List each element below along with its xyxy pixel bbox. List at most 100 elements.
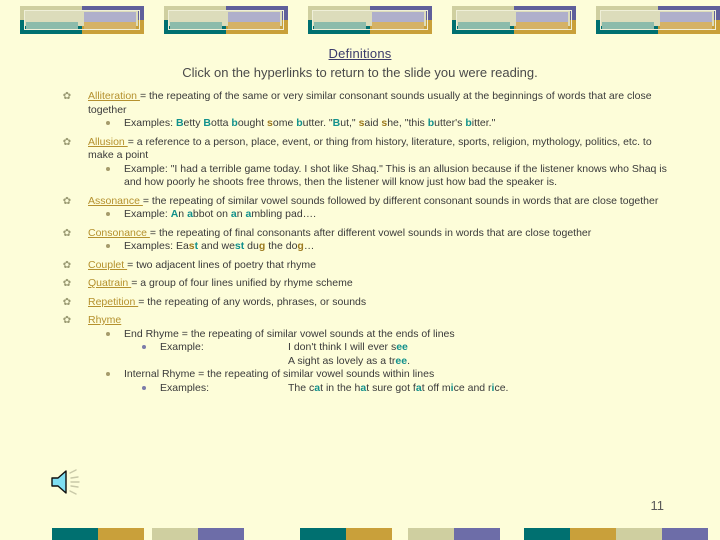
example-text: "I had a terrible game today. I shot lik… — [124, 162, 667, 189]
example-text: n — [178, 208, 188, 220]
rhyme-subtype-definition: End Rhyme = the repeating of similar vow… — [124, 327, 455, 340]
rhyme-subtype: Internal Rhyme = the repeating of simila… — [88, 368, 676, 395]
definition-entry: Quatrain = a group of four lines unified… — [0, 277, 720, 291]
page-number: 11 — [650, 498, 665, 513]
deco-olive-block — [616, 528, 662, 540]
highlight-teal: ee — [396, 341, 408, 353]
highlight-teal: B — [203, 117, 211, 129]
page-title: Definitions — [328, 46, 392, 61]
bullet-dot-icon — [106, 212, 110, 216]
term-hyperlink[interactable]: Allusion — [88, 136, 128, 148]
term-hyperlink[interactable]: Rhyme — [88, 314, 121, 326]
definition-entry: Alliteration = the repeating of the same… — [0, 90, 720, 131]
example-text: I don't think I will ever s — [288, 341, 397, 353]
deco-unit — [0, 0, 144, 36]
deco-unit — [288, 0, 432, 36]
deco-unit — [144, 0, 288, 36]
term-hyperlink[interactable]: Quatrain — [88, 277, 131, 289]
bullet-diamond-icon — [62, 196, 72, 207]
example-lines: The cat in the hat sure got fat off mice… — [288, 382, 508, 396]
example-text: t in the h — [320, 381, 361, 394]
example-label: Example: — [124, 208, 168, 220]
term-hyperlink[interactable]: Consonance — [88, 227, 150, 239]
example-text: bbot on — [192, 208, 231, 220]
example-text: aid — [364, 117, 382, 129]
example-text: . — [407, 354, 410, 367]
example-row: Examples: East and west dug the dog… — [88, 240, 676, 254]
deco-gold-block — [98, 528, 144, 540]
example-text: ce. — [494, 381, 509, 394]
example-text: utter. " — [302, 117, 333, 129]
term-definition: = two adjacent lines of poetry that rhym… — [127, 258, 316, 271]
deco-unit — [144, 528, 288, 540]
bullet-diamond-icon — [62, 260, 72, 271]
example-label: Examples: — [124, 240, 174, 252]
deco-unit — [408, 528, 616, 540]
example-row: Example: "I had a terrible game today. I… — [88, 163, 676, 190]
deco-teal-block — [524, 528, 570, 540]
example-text: ought — [237, 117, 268, 129]
example-row: Examples: Betty Botta bought some butter… — [88, 117, 676, 131]
deco-unit — [576, 0, 720, 36]
rhyme-subtype: End Rhyme = the repeating of similar vow… — [88, 328, 676, 369]
example-line: A sight as lovely as a tree. — [288, 355, 410, 369]
highlight-teal: B — [175, 117, 184, 129]
term-definition: = the repeating of any words, phrases, o… — [138, 295, 367, 308]
example-text: t off m — [421, 381, 451, 394]
definition-entry: Repetition = the repeating of any words,… — [0, 296, 720, 310]
term-hyperlink[interactable]: Assonance — [88, 195, 143, 207]
example-text: the do — [265, 240, 298, 252]
bullet-dot-icon — [142, 345, 146, 349]
example-text: etty — [183, 117, 204, 129]
example-text: otta — [210, 117, 232, 129]
bullet-dot-icon — [142, 385, 146, 390]
slide-header: Definitions Click on the hyperlinks to r… — [0, 46, 720, 80]
example-label: Examples: — [160, 381, 210, 394]
bullet-diamond-icon — [62, 91, 72, 102]
example-line: The cat in the hat sure got fat off mice… — [288, 382, 508, 396]
term-definition: = the repeating of final consonants afte… — [149, 226, 592, 239]
term-hyperlink[interactable]: Couplet — [88, 259, 127, 271]
example-label: Example: — [124, 162, 168, 175]
definition-entry: Allusion = a reference to a person, plac… — [0, 136, 720, 190]
deco-frame-line — [600, 10, 716, 30]
example-text: du — [244, 240, 259, 252]
deco-unit — [0, 528, 144, 540]
term-hyperlink[interactable]: Repetition — [88, 296, 138, 308]
example-label: Examples: — [124, 117, 174, 129]
definition-entry: Consonance = the repeating of final cons… — [0, 227, 720, 254]
term-definition: = a group of four lines unified by rhyme… — [131, 277, 353, 289]
deco-frame-line — [168, 10, 284, 30]
example-text: Ea — [173, 240, 189, 252]
deco-purple-block — [198, 528, 244, 540]
deco-teal-block — [300, 528, 346, 540]
example-text: ce and r — [453, 381, 492, 394]
bullet-dot-icon — [106, 372, 110, 376]
example-text: The c — [288, 381, 315, 394]
example-line: I don't think I will ever see — [288, 341, 410, 355]
bullet-diamond-icon — [62, 315, 72, 326]
example-text: mbling pad…. — [251, 208, 317, 220]
page-subtitle: Click on the hyperlinks to return to the… — [182, 65, 538, 80]
deco-unit — [432, 0, 576, 36]
bullet-diamond-icon — [62, 137, 72, 148]
deco-purple-block — [454, 528, 500, 540]
bullet-diamond-icon — [62, 278, 72, 289]
example-row: Examples: The cat in the hat sure got fat… — [124, 382, 676, 396]
term-definition: = the repeating of similar vowel sounds … — [142, 194, 659, 207]
deco-unit — [576, 528, 720, 540]
deco-gold-block — [346, 528, 392, 540]
definition-entry: Assonance = the repeating of similar vow… — [0, 195, 720, 222]
top-decoration-band — [0, 0, 720, 36]
example-row: Example: An abbot on an ambling pad…. — [88, 208, 676, 222]
deco-frame-line — [456, 10, 572, 30]
rhyme-subtype-definition: Internal Rhyme = the repeating of simila… — [124, 368, 435, 380]
bullet-dot-icon — [106, 331, 110, 336]
example-text: utter's — [434, 117, 466, 129]
definition-entry: Couplet = two adjacent lines of poetry t… — [0, 259, 720, 273]
deco-teal-block — [52, 528, 98, 540]
term-definition: = a reference to a person, place, event,… — [88, 135, 652, 162]
example-text: … — [303, 240, 315, 252]
term-hyperlink[interactable]: Alliteration — [88, 90, 140, 102]
speaker-sound-icon[interactable] — [48, 466, 86, 498]
